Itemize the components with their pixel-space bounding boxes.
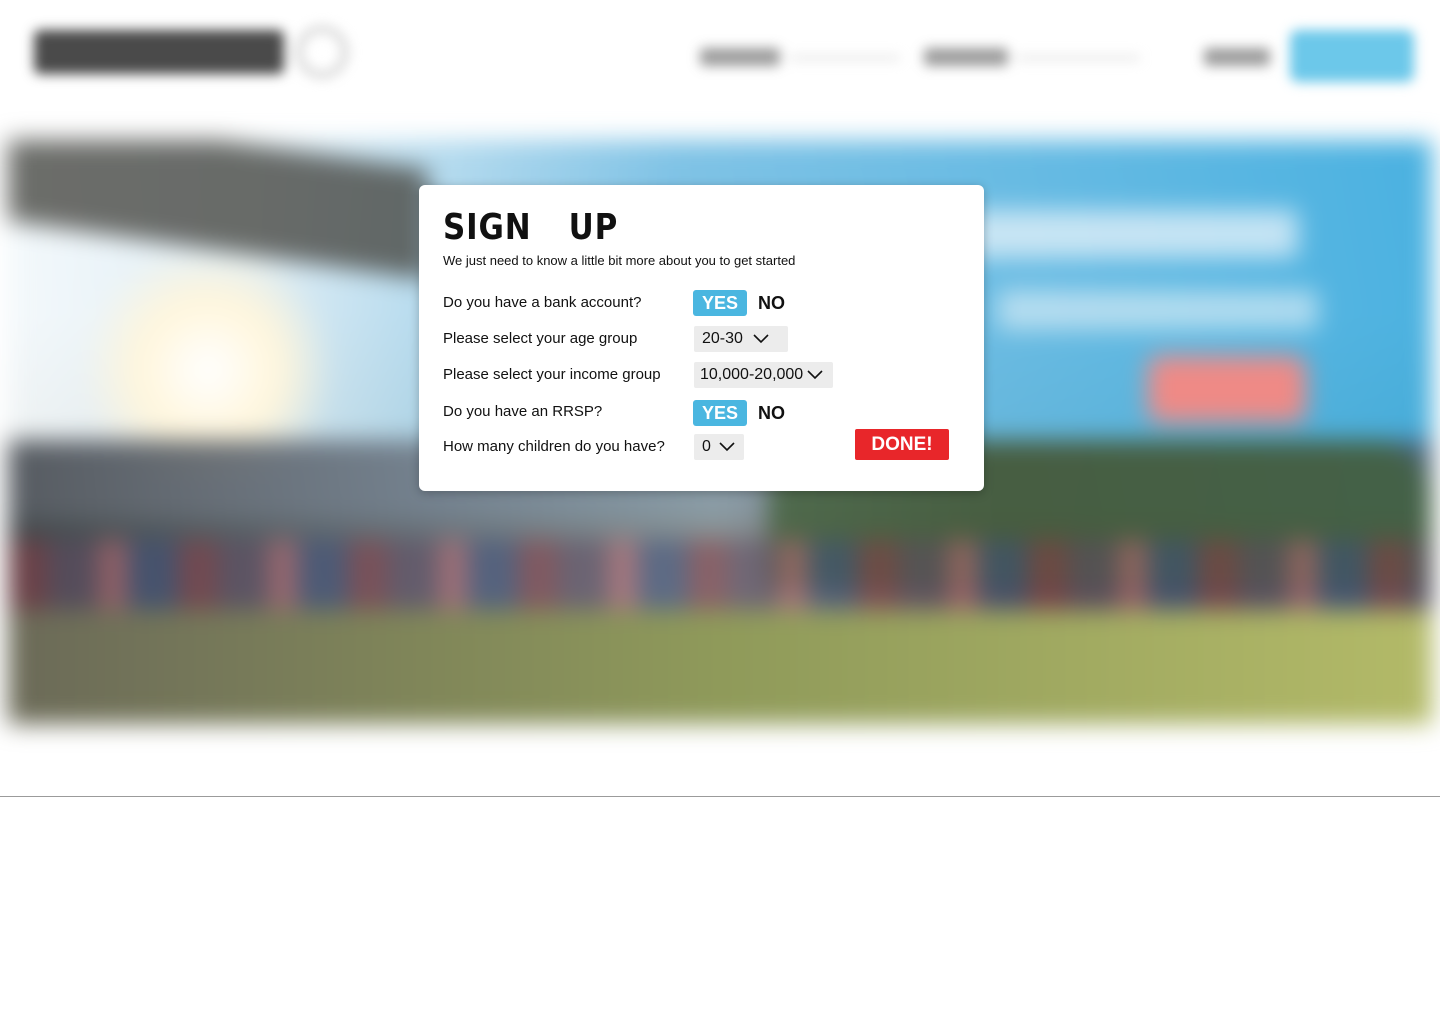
nav-item-2-underline <box>1016 56 1140 60</box>
nav-login <box>1204 48 1270 66</box>
nav-item-2 <box>924 48 1008 66</box>
age-group-select[interactable]: 20-30 <box>694 326 788 352</box>
bank-account-yes-button[interactable]: YES <box>693 290 747 316</box>
income-group-value: 10,000-20,000 <box>700 366 804 383</box>
rrsp-question: Do you have an RRSP? <box>443 403 603 420</box>
hero-button <box>1148 356 1306 422</box>
hero-title <box>968 210 1298 258</box>
site-logo <box>34 30 284 74</box>
children-question: How many children do you have? <box>443 438 665 455</box>
logo-ring-icon <box>296 26 348 78</box>
done-button[interactable]: DONE! <box>855 429 949 460</box>
children-select[interactable]: 0 <box>694 434 744 460</box>
header-cta-button <box>1290 30 1414 82</box>
modal-subtitle: We just need to know a little bit more a… <box>443 253 796 268</box>
bank-account-question: Do you have a bank account? <box>443 294 642 311</box>
age-group-value: 20-30 <box>702 330 743 347</box>
rrsp-yes-button[interactable]: YES <box>693 400 747 426</box>
age-group-question: Please select your age group <box>443 330 638 347</box>
footer-divider <box>0 796 1440 797</box>
background-page <box>0 0 1440 1024</box>
rrsp-no-button[interactable]: NO <box>758 400 785 426</box>
chevron-down-icon <box>753 334 769 344</box>
modal-title: SIGN UP <box>443 207 619 248</box>
chevron-down-icon <box>807 370 823 380</box>
nav-item-1 <box>700 48 780 66</box>
children-value: 0 <box>702 438 711 455</box>
hero-subtitle <box>998 290 1318 330</box>
income-group-select[interactable]: 10,000-20,000 <box>694 362 833 388</box>
nav-item-1-underline <box>790 56 900 60</box>
income-group-question: Please select your income group <box>443 366 661 383</box>
site-header <box>0 0 1440 120</box>
signup-modal: SIGN UP We just need to know a little bi… <box>419 185 984 491</box>
bank-account-no-button[interactable]: NO <box>758 290 785 316</box>
hero-field <box>8 610 1432 724</box>
chevron-down-icon <box>719 442 735 452</box>
